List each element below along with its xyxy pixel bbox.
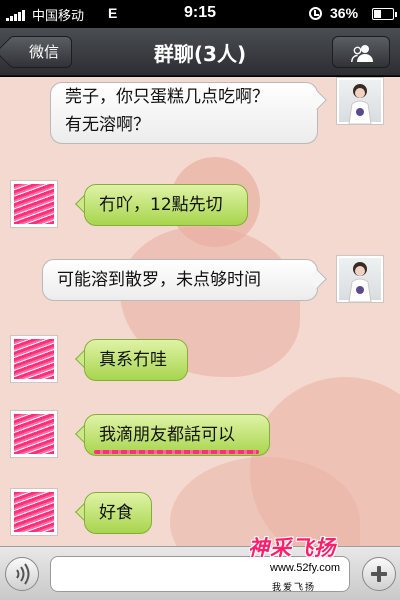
message-text: 好食 [99, 503, 133, 523]
message-text: 可能溶到散罗，未点够时间 [57, 270, 261, 290]
add-attachment-button[interactable] [362, 557, 396, 591]
avatar[interactable] [10, 335, 58, 383]
avatar[interactable] [336, 77, 384, 125]
scribbled-avatar [14, 492, 54, 532]
battery-percentage: 36% [330, 5, 359, 21]
message-bubble[interactable]: 可能溶到散罗，未点够时间 [42, 259, 318, 301]
battery-icon [372, 8, 397, 20]
message-bubble[interactable]: 莞子，你只蛋糕几点吃啊？ 有无溶啊？ [50, 82, 318, 144]
message-item: 可能溶到散罗，未点够时间 [0, 255, 400, 311]
avatar[interactable] [10, 410, 58, 458]
message-item: 冇吖，12點先切 [0, 177, 400, 233]
scribbled-avatar [14, 339, 54, 379]
group-contacts-icon [351, 45, 373, 63]
message-item: 真系冇哇 [0, 332, 400, 388]
avatar[interactable] [336, 255, 384, 303]
message-text: 有无溶啊？ [65, 115, 150, 135]
message-text: 莞子，你只蛋糕几点吃啊？ [65, 87, 269, 107]
nav-bar: 微信 群聊(3人) [0, 28, 400, 76]
alarm-clock-icon [309, 7, 322, 20]
message-bubble[interactable]: 好食 [84, 492, 152, 534]
message-text: 冇吖，12點先切 [99, 195, 223, 215]
message-text: 真系冇哇 [99, 350, 167, 370]
plus-icon [371, 566, 387, 582]
message-item: 我滴朋友都話可以 [0, 407, 400, 463]
voice-button[interactable] [5, 557, 39, 591]
message-item: 莞子，你只蛋糕几点吃啊？ 有无溶啊？ [0, 77, 400, 147]
voice-icon [16, 563, 30, 585]
chat-area[interactable]: 莞子，你只蛋糕几点吃啊？ 有无溶啊？ 冇吖，12點先切 可能溶到散罗，未点够时间 [0, 77, 400, 546]
person-photo-icon [348, 84, 372, 124]
message-text: 我滴朋友都話可以 [99, 425, 235, 445]
watermark-title: 神采飞扬 [248, 536, 336, 560]
message-bubble[interactable]: 真系冇哇 [84, 339, 188, 381]
scribbled-avatar [14, 184, 54, 224]
watermark-url: www.52fy.com [268, 562, 343, 574]
message-bubble[interactable]: 冇吖，12點先切 [84, 184, 248, 226]
avatar[interactable] [10, 488, 58, 536]
site-watermark: 神采飞扬 www.52fy.com 我爱飞扬 [240, 532, 360, 598]
scribbled-avatar [14, 414, 54, 454]
watermark-tagline: 我爱飞扬 [272, 583, 317, 593]
group-members-button[interactable] [332, 36, 390, 68]
scribble-underline [94, 450, 259, 454]
avatar[interactable] [10, 180, 58, 228]
person-photo-icon [348, 262, 372, 302]
status-bar: 中国移动 E 9:15 36% [0, 0, 400, 28]
